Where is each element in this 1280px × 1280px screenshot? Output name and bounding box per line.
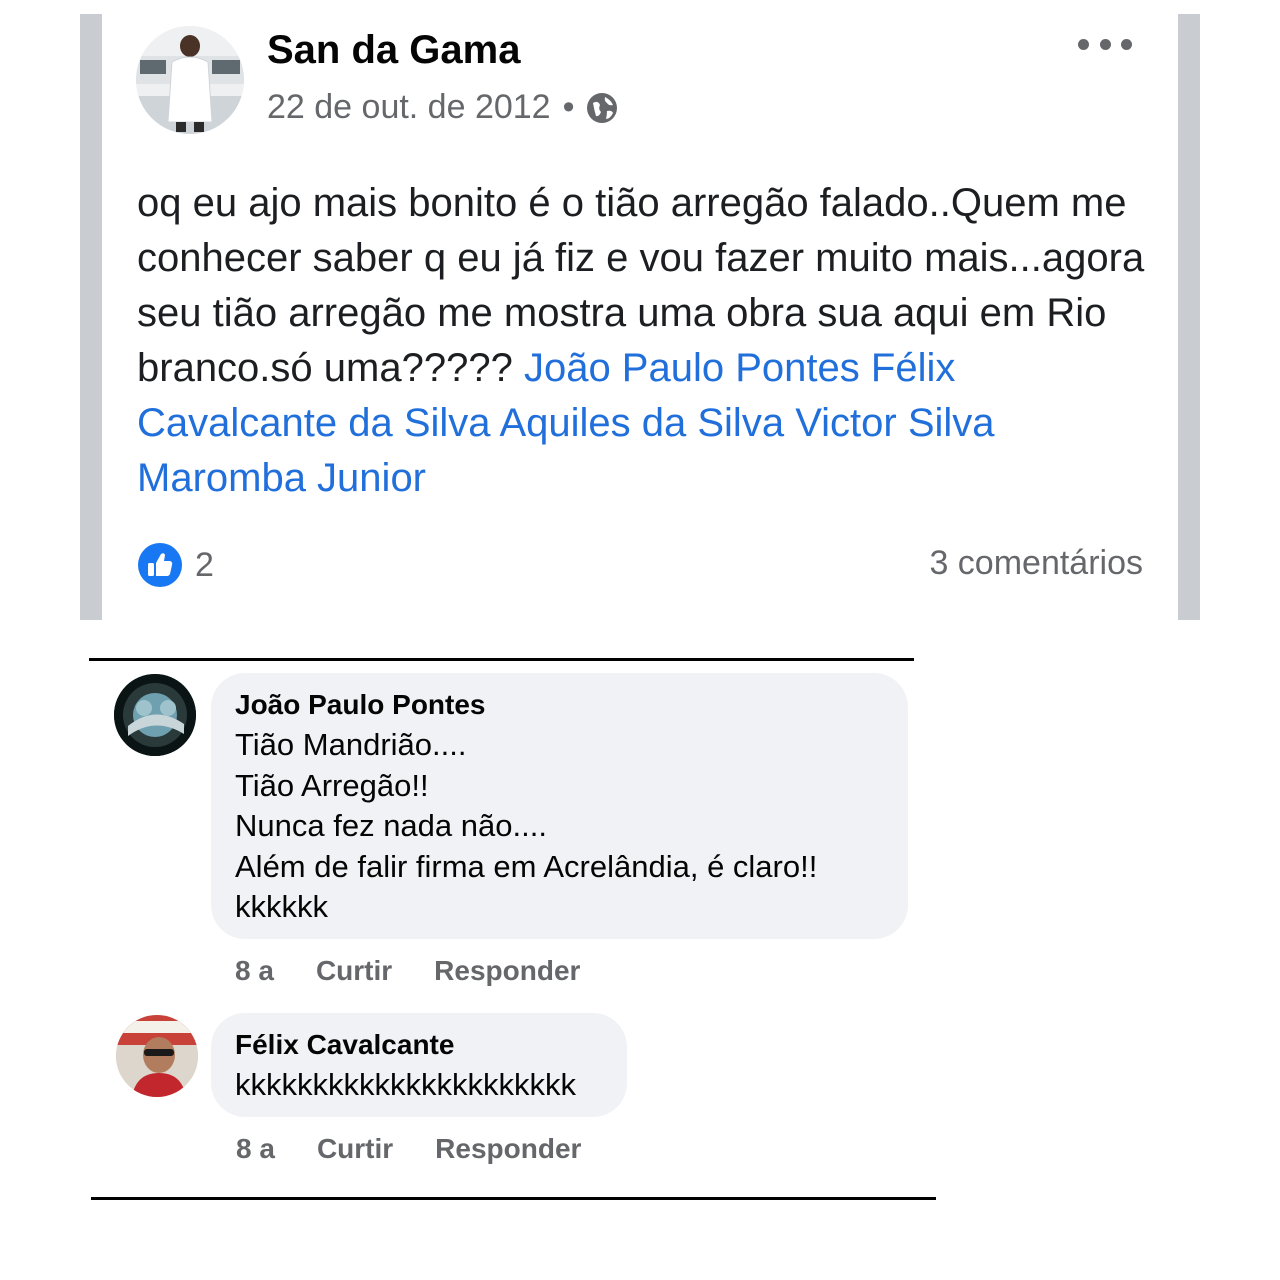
mention-link[interactable]: Victor Silva <box>795 401 994 445</box>
reactions-summary[interactable]: 2 <box>137 542 214 588</box>
more-horizontal-icon[interactable] <box>1078 32 1132 56</box>
comment-actions: 8 a Curtir Responder <box>236 1133 623 1165</box>
comments-count-link[interactable]: 3 comentários <box>929 544 1143 583</box>
left-frame-bar <box>80 14 102 620</box>
like-comment-button[interactable]: Curtir <box>317 1133 393 1165</box>
mention-link[interactable]: Maromba Junior <box>137 456 426 500</box>
comment-bubble: Félix Cavalcante kkkkkkkkkkkkkkkkkkkkkk <box>211 1013 627 1117</box>
mention-link[interactable]: Aquiles da Silva <box>499 401 784 445</box>
post-author-name[interactable]: San da Gama <box>267 28 520 73</box>
commenter-avatar[interactable] <box>114 674 196 756</box>
reply-button[interactable]: Responder <box>435 1133 581 1165</box>
like-count: 2 <box>195 545 214 584</box>
thumbs-up-icon <box>138 543 182 587</box>
comment-bubble: João Paulo Pontes Tião Mandrião.... Tião… <box>211 673 908 939</box>
comment-actions: 8 a Curtir Responder <box>235 955 622 987</box>
comment-author-name[interactable]: Félix Cavalcante <box>235 1029 454 1061</box>
more-dot <box>1121 38 1132 50</box>
globe-icon <box>585 91 619 125</box>
post-date[interactable]: 22 de out. de 2012 <box>267 88 551 127</box>
commenter-avatar[interactable] <box>116 1015 198 1097</box>
right-frame-bar <box>1178 14 1200 620</box>
more-dot <box>1078 38 1089 50</box>
divider-bottom <box>91 1197 936 1200</box>
like-comment-button[interactable]: Curtir <box>316 955 392 987</box>
mention-link[interactable]: João Paulo Pontes <box>524 346 860 390</box>
author-avatar[interactable] <box>136 26 244 134</box>
comment-time[interactable]: 8 a <box>235 955 274 987</box>
comment-time[interactable]: 8 a <box>236 1133 275 1165</box>
divider-top <box>89 658 914 661</box>
meta-separator: • <box>562 88 575 126</box>
reply-button[interactable]: Responder <box>434 955 580 987</box>
comment-author-name[interactable]: João Paulo Pontes <box>235 689 486 721</box>
comment-text: kkkkkkkkkkkkkkkkkkkkkk <box>235 1067 576 1102</box>
post-body: oq eu ajo mais bonito é o tião arregão f… <box>137 176 1147 506</box>
comment-text: Tião Mandrião.... Tião Arregão!! Nunca f… <box>235 727 818 924</box>
more-dot <box>1099 38 1111 50</box>
post-meta: 22 de out. de 2012 • <box>267 88 619 127</box>
